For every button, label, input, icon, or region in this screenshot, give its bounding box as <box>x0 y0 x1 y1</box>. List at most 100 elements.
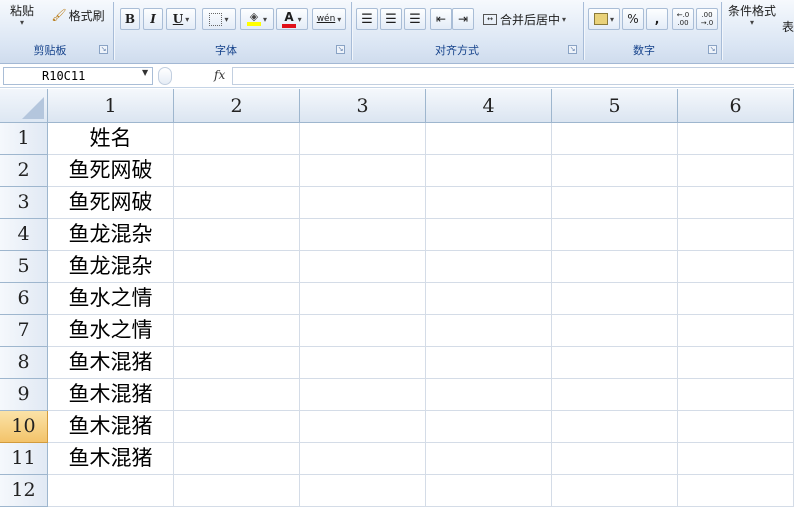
grid-cell[interactable] <box>426 411 552 443</box>
row-header[interactable]: 9 <box>0 379 48 411</box>
grid-cell[interactable]: 鱼木混猪 <box>48 379 174 411</box>
grid-cell[interactable] <box>300 283 426 315</box>
grid-cell[interactable] <box>678 283 794 315</box>
column-header[interactable]: 3 <box>300 89 426 123</box>
grid-cell[interactable] <box>426 219 552 251</box>
grid-cell[interactable]: 鱼死网破 <box>48 155 174 187</box>
grid-cell[interactable] <box>426 251 552 283</box>
grid-cell[interactable]: 姓名 <box>48 123 174 155</box>
insert-function-icon[interactable]: fx <box>214 68 225 82</box>
decrease-decimal-button[interactable]: .00 →.0 <box>696 8 718 30</box>
grid-cell[interactable] <box>300 475 426 507</box>
grid-cell[interactable]: 鱼木混猪 <box>48 411 174 443</box>
row-header[interactable]: 6 <box>0 283 48 315</box>
grid-cell[interactable] <box>678 251 794 283</box>
chevron-down-icon[interactable]: ▼ <box>142 68 148 77</box>
grid-cell[interactable] <box>174 219 300 251</box>
grid-cell[interactable] <box>552 347 678 379</box>
grid-cell[interactable] <box>678 443 794 475</box>
grid-cell[interactable] <box>552 443 678 475</box>
grid-cell[interactable] <box>300 443 426 475</box>
grid-cell[interactable] <box>174 283 300 315</box>
formula-input[interactable] <box>232 67 794 85</box>
column-header[interactable]: 5 <box>552 89 678 123</box>
grid-cell[interactable] <box>174 475 300 507</box>
bold-button[interactable]: B <box>120 8 140 30</box>
grid-cell[interactable] <box>678 411 794 443</box>
grid-cell[interactable] <box>426 155 552 187</box>
grid-cell[interactable] <box>678 475 794 507</box>
underline-button[interactable]: U ▾ <box>166 8 196 30</box>
grid-cell[interactable] <box>678 187 794 219</box>
column-header[interactable]: 4 <box>426 89 552 123</box>
grid-cell[interactable]: 鱼死网破 <box>48 187 174 219</box>
grid-cell[interactable] <box>426 123 552 155</box>
grid-cell[interactable] <box>300 411 426 443</box>
grid-cell[interactable] <box>426 443 552 475</box>
grid-cell[interactable] <box>300 187 426 219</box>
grid-cell[interactable] <box>678 379 794 411</box>
increase-decimal-button[interactable]: ←.0 .00 <box>672 8 694 30</box>
format-as-table-button[interactable]: 表 <box>782 18 794 35</box>
grid-cell[interactable] <box>174 443 300 475</box>
conditional-format-button[interactable]: 条件格式 <box>728 2 776 19</box>
paste-dropdown-icon[interactable]: ▾ <box>20 18 24 27</box>
column-header[interactable]: 1 <box>48 89 174 123</box>
grid-cell[interactable] <box>552 315 678 347</box>
phonetic-button[interactable]: wén ▾ <box>312 8 346 30</box>
row-header[interactable]: 2 <box>0 155 48 187</box>
grid-cell[interactable]: 鱼木混猪 <box>48 443 174 475</box>
decrease-indent-button[interactable]: ⇤ <box>430 8 452 30</box>
align-left-button[interactable]: ☰ <box>356 8 378 30</box>
grid-cell[interactable] <box>300 219 426 251</box>
column-header[interactable]: 2 <box>174 89 300 123</box>
grid-cell[interactable] <box>552 379 678 411</box>
format-painter-button[interactable]: 🖌 格式刷 <box>48 5 108 25</box>
grid-cell[interactable]: 鱼水之情 <box>48 283 174 315</box>
grid-cell[interactable] <box>174 315 300 347</box>
grid-cell[interactable] <box>174 347 300 379</box>
borders-button[interactable]: ▾ <box>202 8 236 30</box>
grid-cell[interactable] <box>300 155 426 187</box>
row-header[interactable]: 1 <box>0 123 48 155</box>
grid-cell[interactable]: 鱼龙混杂 <box>48 251 174 283</box>
row-header[interactable]: 8 <box>0 347 48 379</box>
row-header[interactable]: 10 <box>0 411 48 443</box>
chevron-down-icon[interactable]: ▾ <box>750 18 754 27</box>
italic-button[interactable]: I <box>143 8 163 30</box>
grid-cell[interactable] <box>552 155 678 187</box>
grid-cell[interactable]: 鱼水之情 <box>48 315 174 347</box>
grid-cell[interactable] <box>426 187 552 219</box>
align-right-button[interactable]: ☰ <box>404 8 426 30</box>
grid-cell[interactable] <box>678 347 794 379</box>
fill-color-button[interactable]: ◈ ▾ <box>240 8 274 30</box>
grid-cell[interactable] <box>426 315 552 347</box>
name-box[interactable]: R10C11 <box>3 67 153 85</box>
grid-cell[interactable] <box>174 411 300 443</box>
row-header[interactable]: 3 <box>0 187 48 219</box>
grid-cell[interactable] <box>552 251 678 283</box>
font-launcher-icon[interactable]: ↘ <box>336 45 345 54</box>
grid-cell[interactable] <box>300 251 426 283</box>
grid-cell[interactable] <box>552 187 678 219</box>
align-center-button[interactable]: ☰ <box>380 8 402 30</box>
row-header[interactable]: 4 <box>0 219 48 251</box>
grid-cell[interactable] <box>552 123 678 155</box>
merge-center-button[interactable]: ↔ 合并后居中 ▾ <box>482 8 576 30</box>
grid-cell[interactable] <box>300 315 426 347</box>
clipboard-launcher-icon[interactable]: ↘ <box>99 45 108 54</box>
grid-cell[interactable] <box>678 315 794 347</box>
select-all-button[interactable] <box>0 89 48 123</box>
increase-indent-button[interactable]: ⇥ <box>452 8 474 30</box>
grid-cell[interactable] <box>174 123 300 155</box>
grid-cell[interactable] <box>678 123 794 155</box>
grid-cell[interactable] <box>552 219 678 251</box>
row-header[interactable]: 11 <box>0 443 48 475</box>
grid-cell[interactable] <box>48 475 174 507</box>
grid-cell[interactable]: 鱼龙混杂 <box>48 219 174 251</box>
grid-cell[interactable] <box>678 219 794 251</box>
percent-button[interactable]: % <box>622 8 644 30</box>
grid-cell[interactable] <box>174 155 300 187</box>
grid-cell[interactable] <box>300 379 426 411</box>
row-header[interactable]: 12 <box>0 475 48 507</box>
